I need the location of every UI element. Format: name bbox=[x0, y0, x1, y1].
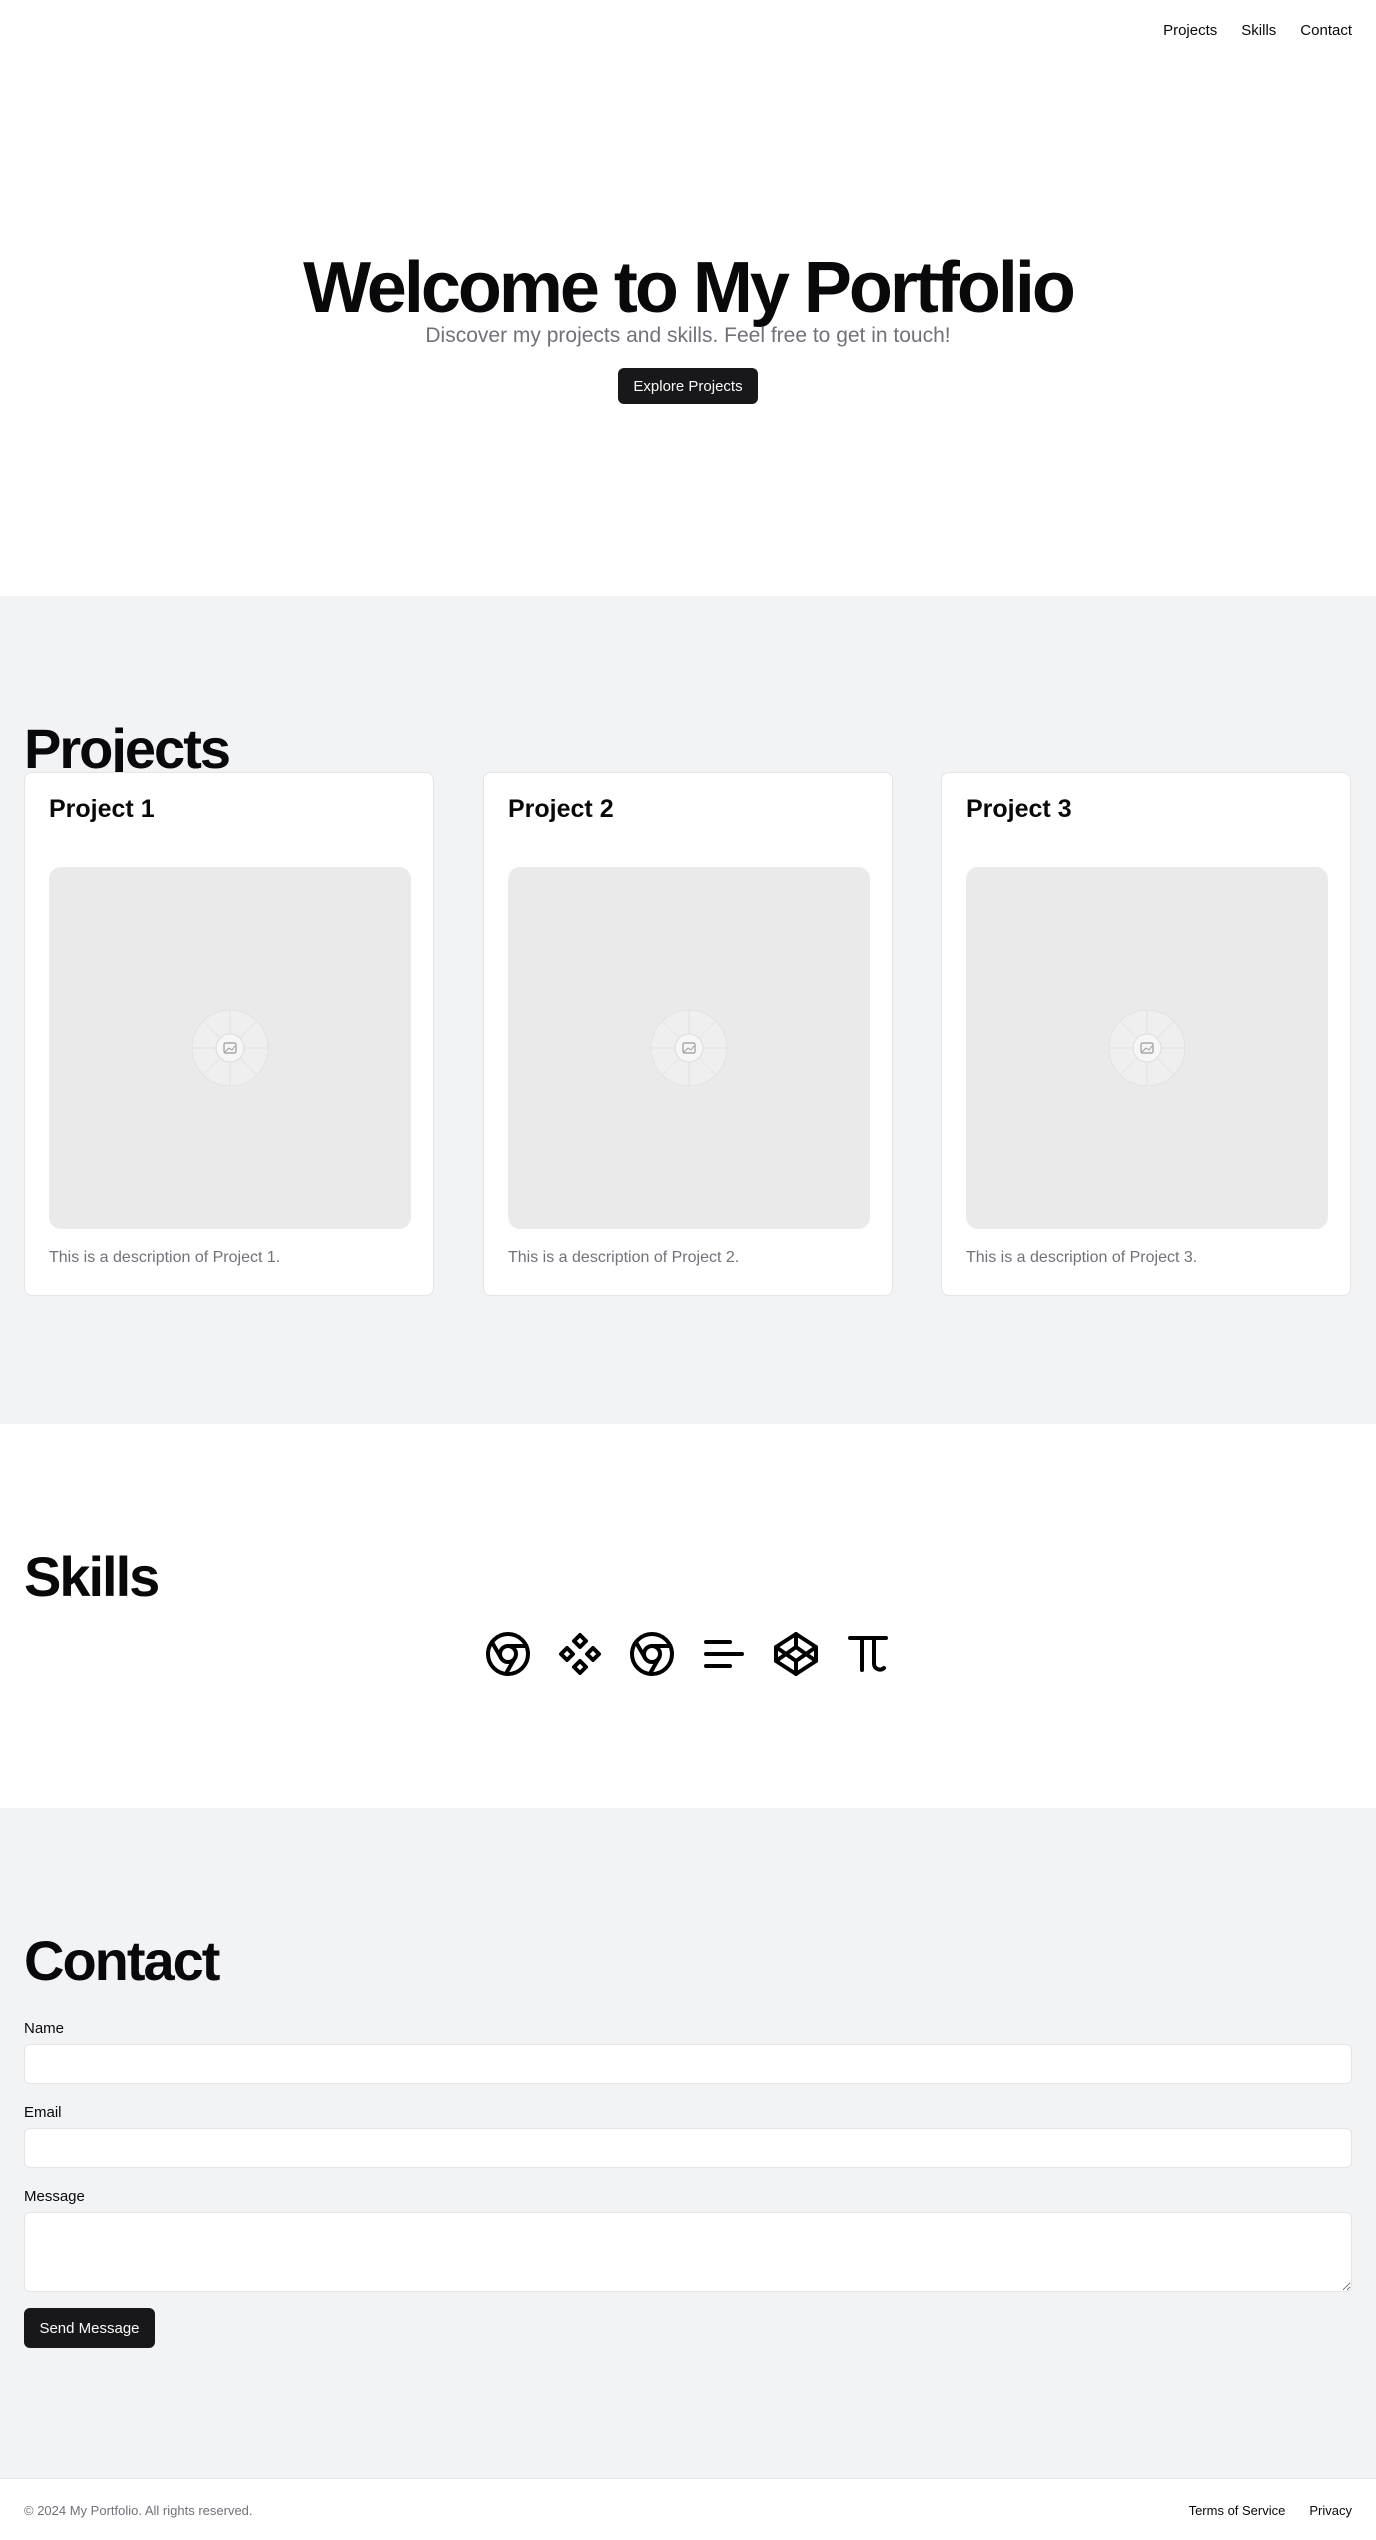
project-image bbox=[49, 867, 411, 1229]
chrome-icon bbox=[486, 1632, 530, 1676]
footer: © 2024 My Portfolio. All rights reserved… bbox=[0, 2478, 1376, 2540]
hero-subtitle: Discover my projects and skills. Feel fr… bbox=[425, 324, 951, 347]
project-image bbox=[966, 867, 1328, 1229]
project-description: This is a description of Project 1. bbox=[49, 1249, 281, 1266]
nav-link-projects[interactable]: Projects bbox=[1163, 22, 1217, 39]
name-label: Name bbox=[24, 2020, 65, 2037]
skills-section: Skills bbox=[0, 1424, 1376, 1808]
align-left-icon bbox=[704, 1640, 744, 1668]
project-card[interactable]: Project 3 This is a description of Proje… bbox=[941, 772, 1351, 1296]
send-message-button[interactable]: Send Message bbox=[24, 2308, 155, 2348]
nav-link-contact[interactable]: Contact bbox=[1300, 22, 1352, 39]
name-field[interactable] bbox=[24, 2044, 1352, 2084]
email-label: Email bbox=[24, 2104, 62, 2121]
hero-section: Welcome to My Portfolio Discover my proj… bbox=[0, 0, 1376, 596]
explore-projects-button[interactable]: Explore Projects bbox=[618, 368, 758, 404]
project-title: Project 1 bbox=[49, 795, 155, 823]
hero-title: Welcome to My Portfolio bbox=[303, 248, 1076, 328]
nav-links: Projects Skills Contact bbox=[1163, 22, 1352, 39]
project-description: This is a description of Project 2. bbox=[508, 1249, 740, 1266]
project-description: This is a description of Project 3. bbox=[966, 1249, 1198, 1266]
terms-of-service-link[interactable]: Terms of Service bbox=[1189, 2503, 1286, 2518]
project-card[interactable]: Project 2 This is a description of Proje… bbox=[483, 772, 893, 1296]
image-placeholder-icon bbox=[1108, 1009, 1186, 1087]
project-title: Project 3 bbox=[966, 795, 1072, 823]
nav-link-skills[interactable]: Skills bbox=[1241, 22, 1276, 39]
image-placeholder-icon bbox=[650, 1009, 728, 1087]
skill-icons bbox=[484, 1630, 892, 1678]
diamond-grid-icon bbox=[559, 1633, 601, 1675]
project-image bbox=[508, 867, 870, 1229]
chrome-icon bbox=[630, 1632, 674, 1676]
message-field[interactable] bbox=[24, 2212, 1352, 2292]
privacy-link[interactable]: Privacy bbox=[1309, 2503, 1352, 2518]
email-field[interactable] bbox=[24, 2128, 1352, 2168]
codepen-icon bbox=[774, 1632, 818, 1676]
pi-icon bbox=[848, 1636, 888, 1672]
contact-section: Contact Name Email Message Send Message bbox=[0, 1808, 1376, 2478]
image-placeholder-icon bbox=[191, 1009, 269, 1087]
project-card[interactable]: Project 1 This is a description of Proje… bbox=[24, 772, 434, 1296]
contact-title: Contact bbox=[24, 1929, 220, 1992]
message-label: Message bbox=[24, 2188, 85, 2205]
top-nav: Projects Skills Contact bbox=[0, 0, 1376, 64]
footer-links: Terms of Service Privacy bbox=[1189, 2503, 1352, 2518]
projects-section: Projects Project 1 This is a description… bbox=[0, 596, 1376, 1424]
project-title: Project 2 bbox=[508, 795, 614, 823]
skills-title: Skills bbox=[24, 1545, 160, 1608]
copyright-text: © 2024 My Portfolio. All rights reserved… bbox=[24, 2503, 253, 2518]
